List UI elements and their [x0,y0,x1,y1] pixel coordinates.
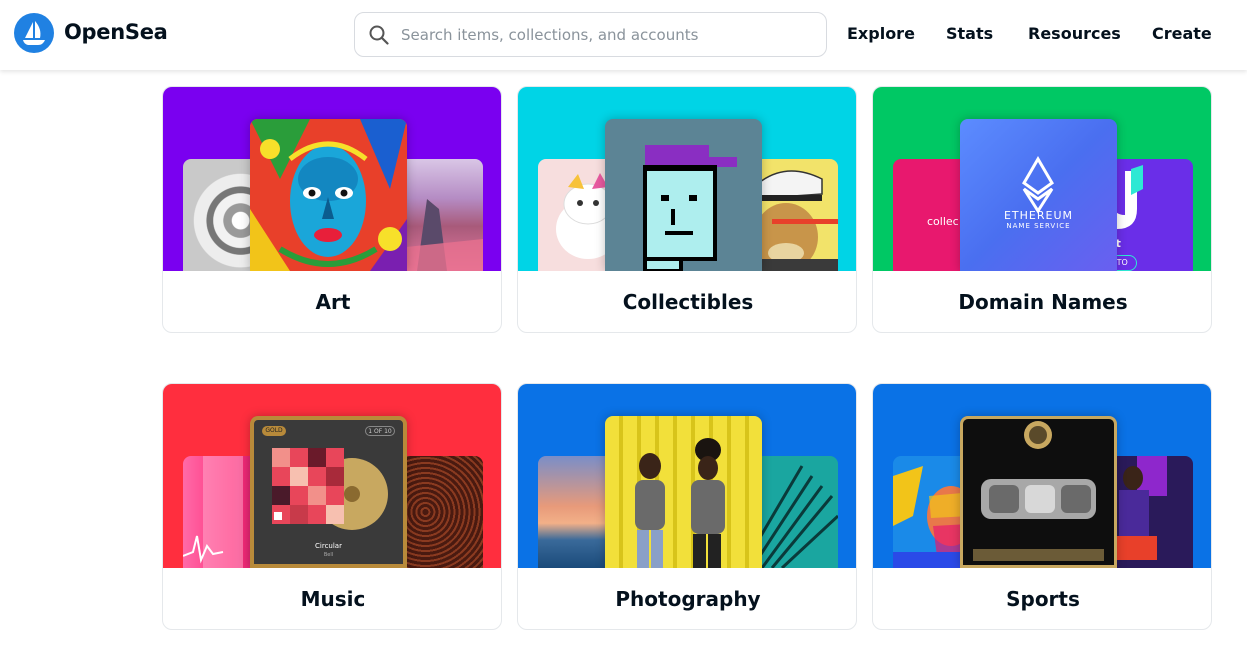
nav-resources[interactable]: Resources [1028,24,1121,43]
category-card-art[interactable]: Art [162,86,502,333]
card-banner: collec nft CRYPTO ETHEREUM NAME SERVICE [873,87,1211,271]
category-card-collectibles[interactable]: Collectibles [517,86,857,333]
opensea-logo-icon[interactable] [14,13,54,53]
card-banner [518,384,856,568]
card-banner [518,87,856,271]
category-label: Music [300,587,366,611]
nav-create[interactable]: Create [1152,24,1212,43]
card-banner [163,87,501,271]
card-banner [873,384,1211,568]
nav-stats[interactable]: Stats [946,24,993,43]
domain-thumbnail-main: ETHEREUM NAME SERVICE [960,119,1117,271]
collectibles-thumbnail-main [605,119,762,271]
search-box[interactable] [354,12,827,57]
ens-subtitle: NAME SERVICE [1006,222,1071,230]
category-label: Art [315,290,351,314]
music-track-artist: Bell [323,552,334,558]
category-label: Domain Names [958,290,1128,314]
category-card-music[interactable]: GOLD 1 OF 10 Circular Bell Music [162,383,502,630]
art-thumbnail-main [250,119,407,271]
category-card-domain-names[interactable]: collec nft CRYPTO ETHEREUM NAME SERVICE … [872,86,1212,333]
nav-explore[interactable]: Explore [847,24,915,43]
category-card-sports[interactable]: Sports [872,383,1212,630]
search-input[interactable] [401,22,811,48]
category-label: Sports [1006,587,1080,611]
photography-thumbnail-main [605,416,762,568]
search-icon [369,25,389,45]
ens-title: ETHEREUM [1003,209,1074,222]
top-header: OpenSea Explore Stats Resources Create [0,0,1247,70]
category-card-photography[interactable]: Photography [517,383,857,630]
music-track-title: Circular [315,542,342,550]
category-label: Photography [615,587,761,611]
category-label: Collectibles [622,290,754,314]
card-banner: GOLD 1 OF 10 Circular Bell [163,384,501,568]
brand-name[interactable]: OpenSea [64,20,168,44]
music-thumbnail-main: GOLD 1 OF 10 Circular Bell [250,416,407,568]
sports-thumbnail-main [960,416,1117,568]
